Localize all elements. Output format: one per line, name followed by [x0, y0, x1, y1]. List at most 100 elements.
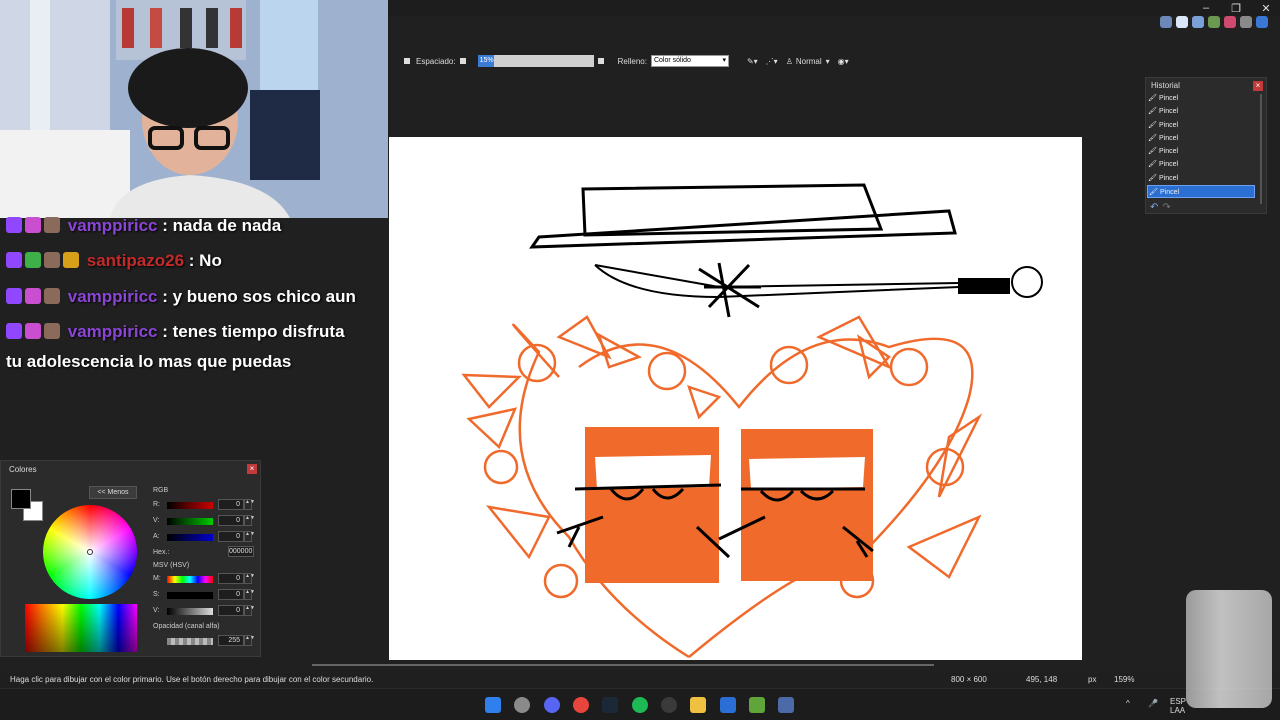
- g-label: V:: [153, 517, 160, 524]
- color-wheel-marker[interactable]: [87, 549, 93, 555]
- microphone-icon[interactable]: 🎤: [1148, 699, 1158, 708]
- b-field[interactable]: 0: [218, 531, 244, 542]
- v-field[interactable]: 0: [218, 605, 244, 616]
- g-spinner[interactable]: ▲▼: [244, 515, 255, 526]
- screen: – ❐ ✕ Espaciado: 15% Relleno: Color sóli…: [0, 0, 1280, 720]
- spacing-increase-icon[interactable]: [597, 58, 604, 64]
- heart-badge-icon: [25, 217, 41, 233]
- status-bar: Haga clic para dibujar con el color prim…: [0, 673, 1280, 687]
- s-spinner[interactable]: ▲▼: [244, 589, 255, 600]
- alpha-label: Opacidad (canal alfa): [153, 623, 220, 630]
- chrome-icon[interactable]: [573, 697, 589, 713]
- h-spinner[interactable]: ▲▼: [244, 573, 255, 584]
- tray-chevron-icon[interactable]: ^: [1126, 699, 1130, 708]
- history-item[interactable]: Pincel: [1147, 158, 1255, 171]
- store-icon[interactable]: [720, 697, 736, 713]
- v-slider[interactable]: [167, 608, 213, 615]
- history-item[interactable]: Pincel: [1147, 132, 1255, 145]
- language-bottom: LAA: [1170, 706, 1186, 715]
- settings-app-icon[interactable]: [514, 697, 530, 713]
- palette-icon[interactable]: [1208, 16, 1220, 28]
- rgb-label: RGB: [153, 487, 169, 494]
- alpha-spinner[interactable]: ▲▼: [244, 635, 255, 646]
- redo-icon[interactable]: ↷: [1162, 202, 1170, 213]
- tools-icon[interactable]: [1160, 16, 1172, 28]
- close-icon[interactable]: ✕: [1260, 2, 1272, 15]
- unit-select[interactable]: px: [1088, 675, 1096, 684]
- drawing-canvas[interactable]: [389, 137, 1082, 660]
- restore-icon[interactable]: ❐: [1230, 2, 1242, 15]
- zoom-level[interactable]: 159%: [1114, 675, 1134, 684]
- twitch-badge-icon: [6, 323, 22, 339]
- antialias-icon[interactable]: ✎▾: [747, 57, 758, 66]
- discord-icon[interactable]: [544, 697, 560, 713]
- history-item[interactable]: Pincel: [1147, 92, 1255, 105]
- spotify-icon[interactable]: [632, 697, 648, 713]
- file-explorer-icon[interactable]: [690, 697, 706, 713]
- history-item[interactable]: Pincel: [1147, 172, 1255, 185]
- spacing-slider[interactable]: 15%: [477, 55, 594, 67]
- v-spinner[interactable]: ▲▼: [244, 605, 255, 616]
- s-field[interactable]: 0: [218, 589, 244, 600]
- spacing-decrease-icon[interactable]: [459, 58, 466, 64]
- undo-icon[interactable]: ↶: [1150, 202, 1158, 213]
- primary-color-swatch[interactable]: [11, 489, 31, 509]
- blend-mode-icon: ♙: [785, 56, 793, 66]
- color-palette[interactable]: [25, 604, 137, 652]
- layers-icon[interactable]: [1192, 16, 1204, 28]
- minimize-icon[interactable]: –: [1200, 2, 1212, 15]
- paint-net-icon[interactable]: [778, 697, 794, 713]
- history-scrollbar[interactable]: [1260, 94, 1262, 204]
- history-item[interactable]: Pincel: [1147, 105, 1255, 118]
- heart-outline-sketch: [461, 315, 983, 659]
- color-wheel-icon[interactable]: [1224, 16, 1236, 28]
- sampling-icon[interactable]: ◉▾: [838, 57, 849, 66]
- b-spinner[interactable]: ▲▼: [244, 531, 255, 542]
- blend-mode-select[interactable]: Normal: [796, 57, 822, 66]
- chat-message-continuation: tu adolescencia lo mas que puedas: [6, 352, 292, 371]
- obs-icon[interactable]: [661, 697, 677, 713]
- history-list: Pincel Pincel Pincel Pincel Pincel Pince…: [1147, 92, 1255, 199]
- alpha-slider[interactable]: [167, 638, 213, 645]
- history-item[interactable]: Pincel: [1147, 119, 1255, 132]
- options-bar: Espaciado: 15% Relleno: Color sólido ✎▾ …: [388, 52, 1280, 70]
- g-field[interactable]: 0: [218, 515, 244, 526]
- b-slider[interactable]: [167, 534, 213, 541]
- s-slider[interactable]: [167, 592, 213, 599]
- steam-icon[interactable]: [602, 697, 618, 713]
- r-field[interactable]: 0: [218, 499, 244, 510]
- avatar-badge-icon: [44, 252, 60, 268]
- g-slider[interactable]: [167, 518, 213, 525]
- selection-mode-icon[interactable]: ⋰▾: [766, 57, 778, 66]
- history-panel: Historial × Pincel Pincel Pincel Pincel …: [1145, 77, 1267, 214]
- alpha-field[interactable]: 255: [218, 635, 244, 646]
- start-icon[interactable]: [485, 697, 501, 713]
- close-icon[interactable]: ×: [1253, 81, 1263, 91]
- r-spinner[interactable]: ▲▼: [244, 499, 255, 510]
- minecraft-icon[interactable]: [749, 697, 765, 713]
- r-slider[interactable]: [167, 502, 213, 509]
- settings-icon[interactable]: [1240, 16, 1252, 28]
- history-undo-redo: ↶ ↷: [1150, 202, 1171, 213]
- color-wheel[interactable]: [43, 505, 137, 599]
- fill-select[interactable]: Color sólido: [650, 55, 729, 67]
- less-button[interactable]: << Menos: [89, 486, 137, 499]
- help-icon[interactable]: [1256, 16, 1268, 28]
- history-item-selected[interactable]: Pincel: [1147, 185, 1255, 199]
- h-field[interactable]: 0: [218, 573, 244, 584]
- language-top: ESP: [1170, 697, 1187, 706]
- hsv-label: MSV (HSV): [153, 562, 190, 569]
- status-hint: Haga clic para dibujar con el color prim…: [10, 675, 374, 684]
- history-item[interactable]: Pincel: [1147, 145, 1255, 158]
- horizontal-scrollbar[interactable]: [312, 664, 934, 666]
- language-indicator[interactable]: ESP LAA: [1170, 697, 1186, 715]
- close-icon[interactable]: ×: [247, 464, 257, 474]
- hex-label: Hex.:: [153, 549, 170, 556]
- history-icon[interactable]: [1176, 16, 1188, 28]
- title-bar: – ❐ ✕: [388, 0, 1280, 16]
- avatar-badge-icon: [44, 217, 60, 233]
- blend-mode-chevron-icon[interactable]: ▾: [826, 57, 830, 66]
- h-slider[interactable]: [167, 576, 213, 583]
- chat-username: santipazo26: [86, 251, 185, 270]
- hex-field[interactable]: 000000: [228, 546, 254, 557]
